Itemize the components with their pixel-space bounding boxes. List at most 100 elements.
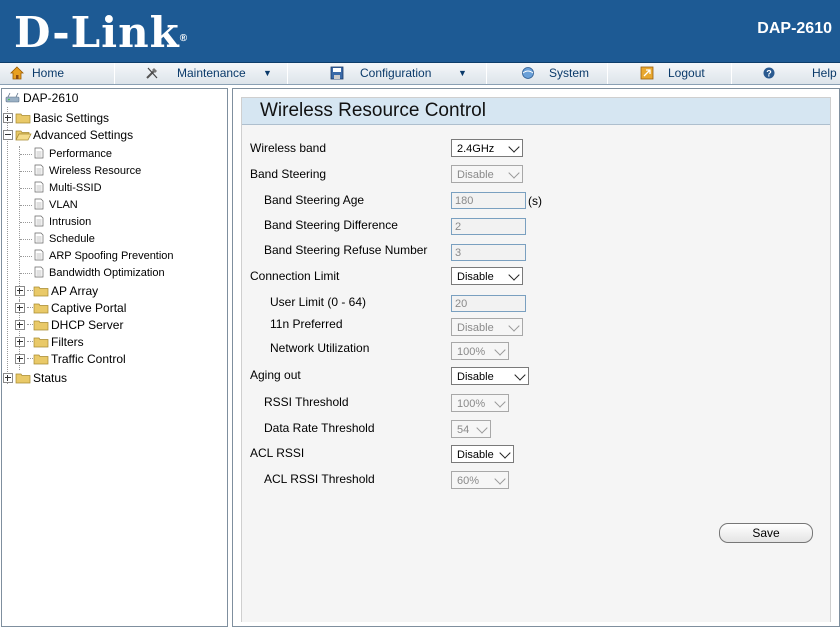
- expand-icon[interactable]: [15, 336, 25, 347]
- model-name: DAP-2610: [757, 20, 832, 37]
- tree-item-label: VLAN: [49, 199, 78, 211]
- menu-configuration[interactable]: Configuration ▼: [288, 63, 487, 84]
- tree-item-label: ARP Spoofing Prevention: [49, 250, 174, 262]
- tree-advanced-settings[interactable]: Advanced Settings: [3, 128, 133, 143]
- band-steering-difference-label: Band Steering Difference: [264, 218, 398, 232]
- tree-item-arp-spoofing[interactable]: ARP Spoofing Prevention: [34, 249, 174, 264]
- tree-connector: [7, 107, 8, 384]
- chevron-down-icon: [508, 320, 520, 332]
- header-banner: D-Link® DAP-2610: [0, 0, 840, 62]
- aging-out-label: Aging out: [250, 368, 301, 382]
- menu-home-label: Home: [32, 66, 65, 80]
- user-limit-input[interactable]: 20: [451, 295, 526, 312]
- band-steering-difference-value: 2: [455, 221, 462, 233]
- tree-item-performance[interactable]: Performance: [34, 147, 112, 162]
- connection-limit-select[interactable]: Disable: [451, 267, 523, 285]
- 11n-preferred-select[interactable]: Disable: [451, 318, 523, 336]
- band-steering-age-input[interactable]: 180: [451, 192, 526, 209]
- expand-icon[interactable]: [15, 353, 25, 364]
- menu-logout[interactable]: Logout: [608, 63, 732, 84]
- band-steering-select[interactable]: Disable: [451, 165, 523, 183]
- folder-icon: [15, 373, 31, 384]
- menu-maintenance-label: Maintenance: [177, 66, 246, 80]
- tree-root[interactable]: DAP-2610: [5, 91, 78, 106]
- data-rate-threshold-select[interactable]: 54: [451, 420, 491, 438]
- tree-item-label: Intrusion: [49, 216, 92, 228]
- help-icon: ?: [763, 67, 775, 79]
- band-steering-refuse-label: Band Steering Refuse Number: [264, 243, 428, 257]
- tree-connector: [20, 154, 32, 155]
- menu-help[interactable]: ? Help: [732, 63, 840, 84]
- settings-form: Wireless Resource Control Wireless band …: [241, 97, 831, 622]
- menu-help-label: Help: [812, 66, 837, 80]
- acl-rssi-value: Disable: [457, 449, 494, 461]
- expand-icon[interactable]: [15, 285, 25, 296]
- tree-folder-dhcp-server[interactable]: DHCP Server: [15, 318, 123, 333]
- wireless-band-select[interactable]: 2.4GHz: [451, 139, 523, 157]
- home-icon: [10, 66, 24, 80]
- tree-item-multi-ssid[interactable]: Multi-SSID: [34, 181, 102, 196]
- tree-folder-traffic-control[interactable]: Traffic Control: [15, 352, 126, 367]
- page-icon: [34, 147, 44, 159]
- expand-icon[interactable]: [15, 302, 25, 313]
- chevron-down-icon: [508, 269, 520, 281]
- sidebar-tree: DAP-2610 Basic Settings Advanced Setting…: [1, 88, 228, 627]
- tree-folder-captive-portal[interactable]: Captive Portal: [15, 301, 126, 316]
- configuration-dropdown-icon: ▼: [458, 68, 467, 78]
- expand-icon[interactable]: [15, 319, 25, 330]
- logo-registered-mark: ®: [179, 33, 189, 44]
- menu-home[interactable]: Home: [0, 63, 115, 84]
- tree-folder-ap-array[interactable]: AP Array: [15, 284, 98, 299]
- chevron-down-icon: [499, 447, 511, 459]
- tree-folder-label: DHCP Server: [51, 318, 124, 332]
- tree-basic-settings[interactable]: Basic Settings: [3, 111, 109, 126]
- menu-bar: Home Maintenance ▼ Configuration ▼ Syste…: [0, 62, 840, 85]
- save-button[interactable]: Save: [719, 523, 813, 543]
- aging-out-value: Disable: [457, 371, 494, 383]
- network-utilization-select[interactable]: 100%: [451, 342, 509, 360]
- system-icon: [522, 67, 534, 79]
- chevron-down-icon: [494, 473, 506, 485]
- wireless-band-value: 2.4GHz: [457, 143, 495, 155]
- tree-status[interactable]: Status: [3, 371, 67, 386]
- user-limit-label: User Limit (0 - 64): [270, 295, 367, 309]
- collapse-icon[interactable]: [3, 129, 13, 140]
- connection-limit-value: Disable: [457, 271, 494, 283]
- acl-rssi-threshold-select[interactable]: 60%: [451, 471, 509, 489]
- data-rate-threshold-label: Data Rate Threshold: [264, 421, 375, 435]
- page-icon: [34, 232, 44, 244]
- menu-system-label: System: [549, 66, 590, 80]
- tree-folder-filters[interactable]: Filters: [15, 335, 84, 350]
- band-steering-age-label: Band Steering Age: [264, 193, 365, 207]
- folder-icon: [33, 320, 49, 331]
- menu-system[interactable]: System: [487, 63, 608, 84]
- tree-item-wireless-resource[interactable]: Wireless Resource: [34, 164, 141, 179]
- menu-maintenance[interactable]: Maintenance ▼: [115, 63, 288, 84]
- tree-connector: [20, 256, 32, 257]
- tree-connector: [20, 273, 32, 274]
- wireless-band-label: Wireless band: [250, 141, 327, 155]
- band-steering-refuse-input[interactable]: 3: [451, 244, 526, 261]
- band-steering-difference-input[interactable]: 2: [451, 218, 526, 235]
- acl-rssi-select[interactable]: Disable: [451, 445, 514, 463]
- tree-item-schedule[interactable]: Schedule: [34, 232, 95, 247]
- folder-icon: [33, 303, 49, 314]
- tree-connector: [19, 146, 20, 300]
- network-utilization-value: 100%: [457, 346, 486, 358]
- expand-icon[interactable]: [3, 112, 13, 123]
- menu-configuration-label: Configuration: [360, 66, 432, 80]
- open-folder-icon: [15, 130, 32, 141]
- rssi-threshold-select[interactable]: 100%: [451, 394, 509, 412]
- tree-item-bandwidth-optimization[interactable]: Bandwidth Optimization: [34, 266, 165, 281]
- acl-rssi-label: ACL RSSI: [250, 446, 305, 460]
- expand-icon[interactable]: [3, 372, 13, 383]
- tree-item-vlan[interactable]: VLAN: [34, 198, 78, 213]
- tree-folder-label: Traffic Control: [51, 352, 126, 366]
- content-panel: Wireless Resource Control Wireless band …: [232, 88, 840, 627]
- maintenance-dropdown-icon: ▼: [263, 68, 272, 78]
- tree-item-intrusion[interactable]: Intrusion: [34, 215, 91, 230]
- connection-limit-label: Connection Limit: [250, 269, 340, 283]
- chevron-down-icon: [508, 141, 520, 153]
- menu-logout-label: Logout: [668, 66, 705, 80]
- aging-out-select[interactable]: Disable: [451, 367, 529, 385]
